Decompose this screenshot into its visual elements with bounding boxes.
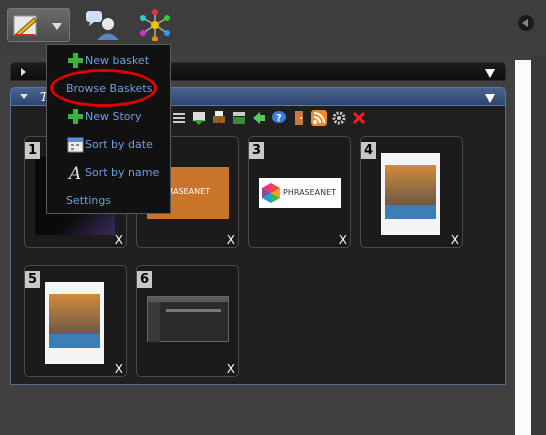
- delete-icon[interactable]: [351, 110, 367, 126]
- remove-thumbnail-button[interactable]: X: [451, 233, 459, 247]
- network-tool-button[interactable]: [138, 8, 174, 42]
- rss-icon[interactable]: [311, 110, 327, 126]
- expand-arrow-icon: [21, 68, 26, 76]
- basket-thumbnail-4[interactable]: 4 X: [360, 136, 463, 248]
- green-plus-icon: [68, 109, 83, 124]
- collapse-arrow-icon: [20, 94, 28, 99]
- basket-thumbnail-3[interactable]: PHRASEANET 3 X: [248, 136, 351, 248]
- thumbnail-number: 5: [25, 271, 40, 288]
- print-icon[interactable]: [211, 110, 227, 126]
- menu-item-sort-by-date[interactable]: Sort by date: [47, 134, 170, 156]
- thumbnail-number: 6: [137, 271, 152, 288]
- thumbnail-image: [45, 282, 104, 364]
- font-letter-a-icon: A: [67, 164, 81, 181]
- download-icon[interactable]: [191, 110, 207, 126]
- help-icon[interactable]: ?: [271, 110, 287, 126]
- menu-item-settings[interactable]: Settings: [47, 190, 170, 212]
- remove-thumbnail-button[interactable]: X: [227, 233, 235, 247]
- phraseanet-logo-icon: [262, 183, 280, 203]
- pencil-ruler-icon: [13, 15, 37, 37]
- right-edge-strip: [531, 55, 546, 435]
- thumbnail-image: [147, 296, 229, 342]
- vertical-scrollbar[interactable]: [515, 60, 531, 435]
- thumbnail-number: 4: [361, 142, 376, 159]
- network-nodes-icon: [140, 9, 170, 41]
- thumbnail-number: 3: [249, 142, 264, 159]
- door-icon[interactable]: [291, 110, 307, 126]
- svg-text:?: ?: [276, 113, 282, 124]
- collapse-panel-button[interactable]: [518, 15, 534, 31]
- green-plus-icon: [68, 53, 83, 68]
- users-tool-button[interactable]: [84, 8, 124, 42]
- list-icon[interactable]: [171, 110, 187, 126]
- gear-icon[interactable]: [331, 110, 347, 126]
- thumbnail-image: [381, 153, 440, 235]
- push-icon[interactable]: [251, 110, 267, 126]
- remove-thumbnail-button[interactable]: X: [115, 362, 123, 376]
- logo-text: PHRASEANET: [283, 188, 337, 197]
- remove-thumbnail-button[interactable]: X: [339, 233, 347, 247]
- menu-item-new-story[interactable]: New Story: [47, 106, 170, 128]
- basket-menu-arrow-icon[interactable]: [485, 69, 495, 78]
- thumbnail-image: PHRASEANET: [259, 178, 341, 208]
- chevron-down-icon: [52, 23, 62, 30]
- svg-text:A: A: [67, 164, 81, 181]
- remove-thumbnail-button[interactable]: X: [227, 362, 235, 376]
- basket-thumbnail-6[interactable]: 6 X: [136, 265, 239, 377]
- user-chat-icon: [86, 11, 119, 40]
- highlight-annotation-ring: [50, 69, 157, 107]
- basket-menu-arrow-icon[interactable]: [485, 94, 495, 103]
- thumbnail-number: 1: [25, 142, 40, 159]
- menu-item-sort-by-name[interactable]: A Sort by name: [47, 162, 170, 184]
- basket-thumbnail-5[interactable]: 5 X: [24, 265, 127, 377]
- remove-thumbnail-button[interactable]: X: [115, 233, 123, 247]
- calendar-icon: [67, 137, 84, 153]
- export-icon[interactable]: [231, 110, 247, 126]
- edit-tool-button[interactable]: [7, 8, 70, 42]
